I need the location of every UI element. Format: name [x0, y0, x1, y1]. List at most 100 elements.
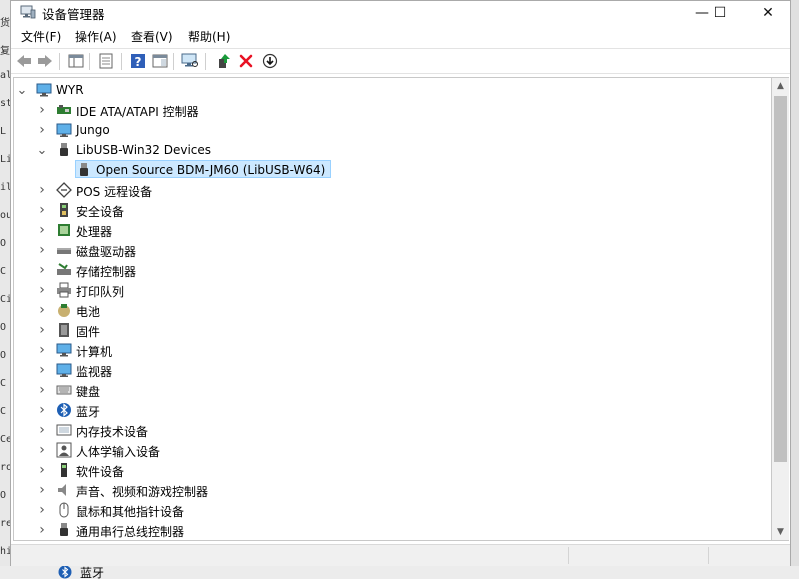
chevron-right-icon[interactable]: › — [36, 442, 48, 458]
background-text-fragment: 货 — [0, 18, 10, 29]
mouse-icon — [56, 502, 72, 518]
background-window-bottom: 蓝牙 — [0, 566, 799, 579]
tree-item-category-4[interactable]: › 安全设备 — [14, 200, 771, 220]
tree-item-category-20[interactable]: › 通用串行总线控制器 — [14, 520, 771, 540]
update-driver-icon[interactable] — [215, 52, 233, 70]
properties-icon[interactable] — [97, 52, 115, 70]
tree-item-category-2[interactable]: ⌄ LibUSB-Win32 Devices — [14, 140, 771, 160]
tree-item-label: Jungo — [76, 123, 110, 137]
chevron-right-icon[interactable]: › — [36, 202, 48, 218]
background-text-fragment: C — [0, 406, 7, 417]
processor-icon — [56, 222, 72, 238]
svg-text:?: ? — [135, 55, 142, 69]
forward-arrow-icon[interactable] — [36, 52, 54, 70]
tree-item-category-12[interactable]: › 监视器 — [14, 360, 771, 380]
scrollbar-thumb[interactable] — [774, 96, 787, 462]
chevron-right-icon[interactable]: › — [36, 282, 48, 298]
tree-item-label: 处理器 — [76, 225, 113, 239]
vertical-scrollbar[interactable]: ▲ ▼ — [772, 77, 789, 541]
background-text-fragment: C — [0, 266, 7, 277]
toolbar-separator — [121, 53, 122, 70]
tree-item-category-1[interactable]: › Jungo — [14, 120, 771, 140]
memory-device-icon — [56, 422, 72, 438]
background-text-fragment: O — [0, 350, 7, 361]
tree-item-category-13[interactable]: › 键盘 — [14, 380, 771, 400]
tree-item-label: 存储控制器 — [76, 265, 137, 279]
chevron-right-icon[interactable]: › — [36, 122, 48, 138]
tree-item-label: 鼠标和其他指针设备 — [76, 505, 185, 519]
back-arrow-icon[interactable] — [15, 52, 33, 70]
chevron-down-icon[interactable]: ⌄ — [16, 83, 28, 98]
tree-item-category-11[interactable]: › 计算机 — [14, 340, 771, 360]
tree-item-category-3[interactable]: › POS 远程设备 — [14, 180, 771, 200]
menu-help[interactable]: 帮助(H) — [188, 28, 230, 45]
close-button[interactable]: ✕ — [745, 1, 791, 24]
chevron-right-icon[interactable]: › — [36, 462, 48, 478]
keyboard-icon — [56, 382, 72, 398]
chevron-right-icon[interactable]: › — [36, 182, 48, 198]
chevron-right-icon[interactable]: › — [36, 302, 48, 318]
chevron-right-icon[interactable]: › — [36, 102, 48, 118]
usb-plug-icon — [56, 142, 72, 158]
tree-item-category-6[interactable]: › 磁盘驱动器 — [14, 240, 771, 260]
menu-file[interactable]: 文件(F) — [21, 28, 61, 45]
speaker-icon — [56, 482, 72, 498]
tree-item-label: 磁盘驱动器 — [76, 245, 137, 259]
chevron-right-icon[interactable]: › — [36, 322, 48, 338]
chevron-right-icon[interactable]: › — [36, 262, 48, 278]
download-arrow-icon[interactable] — [261, 52, 279, 70]
background-tree-item-bluetooth: 蓝牙 — [80, 566, 105, 579]
title-bar: 设备管理器 — ☐ ✕ — [11, 1, 790, 24]
view-pane-icon[interactable] — [151, 52, 169, 70]
device-manager-window: 设备管理器 — ☐ ✕ 文件(F) 操作(A) 查看(V) 帮助(H) ? ⌄ W… — [10, 0, 791, 567]
tree-item-category-9[interactable]: › 电池 — [14, 300, 771, 320]
monitor-icon — [56, 362, 72, 378]
status-panel — [708, 547, 769, 564]
help-icon[interactable]: ? — [129, 52, 147, 70]
scroll-down-icon[interactable]: ▼ — [772, 524, 789, 540]
tree-item-category-14[interactable]: › 蓝牙 — [14, 400, 771, 420]
tree-item-category-16[interactable]: › 人体学输入设备 — [14, 440, 771, 460]
chevron-right-icon[interactable]: › — [36, 362, 48, 378]
menu-view[interactable]: 查看(V) — [131, 28, 173, 45]
tree-item-category-0[interactable]: › IDE ATA/ATAPI 控制器 — [14, 100, 771, 120]
device-manager-app-icon — [20, 5, 36, 19]
tree-item-category-7[interactable]: › 存储控制器 — [14, 260, 771, 280]
tree-item-label: POS 远程设备 — [76, 185, 153, 199]
tree-item-category-5[interactable]: › 处理器 — [14, 220, 771, 240]
uninstall-delete-icon[interactable] — [237, 52, 255, 70]
tree-item-device-2-0[interactable]: Open Source BDM-JM60 (LibUSB-W64) — [14, 160, 771, 180]
software-device-icon — [56, 462, 72, 478]
menu-action[interactable]: 操作(A) — [75, 28, 117, 45]
chevron-right-icon[interactable]: › — [36, 402, 48, 418]
disk-drive-icon — [56, 242, 72, 258]
monitor-icon — [56, 122, 72, 138]
usb-plug-icon — [76, 162, 92, 178]
chevron-right-icon[interactable]: › — [36, 222, 48, 238]
chevron-down-icon[interactable]: ⌄ — [36, 143, 48, 158]
chevron-right-icon[interactable]: › — [36, 382, 48, 398]
tree-item-category-10[interactable]: › 固件 — [14, 320, 771, 340]
tree-item-category-15[interactable]: › 内存技术设备 — [14, 420, 771, 440]
tree-item-label: 键盘 — [76, 385, 101, 399]
chevron-right-icon[interactable]: › — [36, 522, 48, 538]
chevron-right-icon[interactable]: › — [36, 342, 48, 358]
scroll-up-icon[interactable]: ▲ — [772, 78, 789, 94]
console-tree-icon[interactable] — [67, 52, 85, 70]
chevron-right-icon[interactable]: › — [36, 242, 48, 258]
tree-item-category-17[interactable]: › 软件设备 — [14, 460, 771, 480]
tree-item-category-18[interactable]: › 声音、视频和游戏控制器 — [14, 480, 771, 500]
maximize-button[interactable]: ☐ — [697, 1, 743, 24]
tree-item-category-8[interactable]: › 打印队列 — [14, 280, 771, 300]
computer-icon — [36, 82, 52, 98]
device-tree: ⌄ WYR › IDE ATA/ATAPI 控制器 › Jungo ⌄ LibUSB-Win3… — [13, 77, 772, 541]
tree-item-root[interactable]: ⌄ WYR — [14, 80, 771, 100]
tree-item-label: 监视器 — [76, 365, 113, 379]
chevron-right-icon[interactable]: › — [36, 482, 48, 498]
tree-item-category-19[interactable]: › 鼠标和其他指针设备 — [14, 500, 771, 520]
chevron-right-icon[interactable]: › — [36, 422, 48, 438]
toolbar-separator — [173, 53, 174, 70]
chevron-right-icon[interactable]: › — [36, 502, 48, 518]
menu-bar: 文件(F) 操作(A) 查看(V) 帮助(H) — [11, 26, 790, 46]
scan-hardware-icon[interactable] — [181, 52, 199, 70]
